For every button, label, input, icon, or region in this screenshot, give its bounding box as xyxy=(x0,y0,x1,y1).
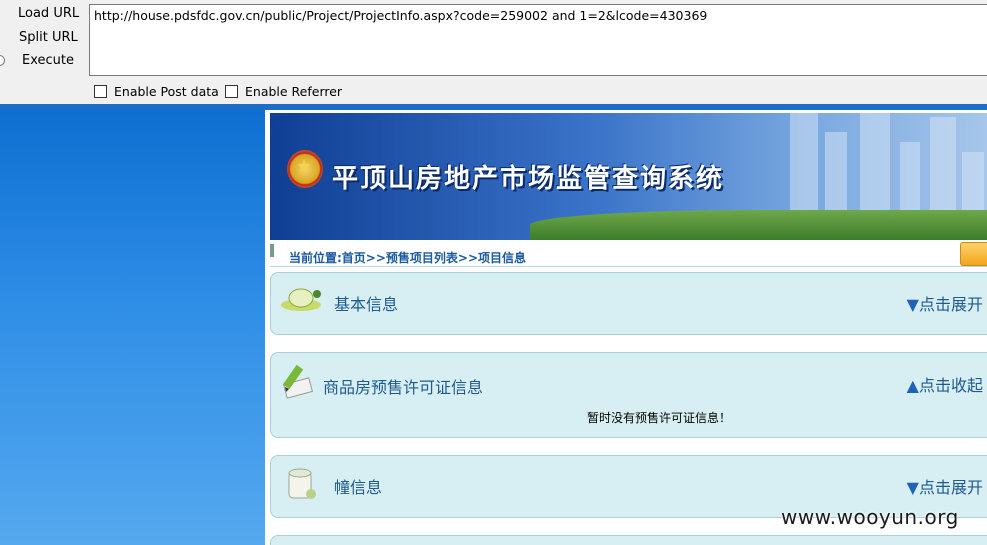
watermark: www.wooyun.org xyxy=(781,505,959,529)
url-textarea[interactable]: http://house.pdsfdc.gov.cn/public/Projec… xyxy=(89,4,987,76)
section-title: 基本信息 xyxy=(334,295,399,314)
execute-button[interactable]: Execute xyxy=(22,53,74,68)
toggle-label: 点击展开 xyxy=(918,478,983,497)
execute-radio-icon[interactable] xyxy=(0,55,5,66)
national-emblem-icon: ★ xyxy=(287,150,323,188)
disc-icon xyxy=(281,288,321,311)
corner-button[interactable] xyxy=(960,242,987,266)
enable-post-option[interactable]: Enable Post data xyxy=(94,84,219,99)
breadcrumb-bar: 当前位置:首页>>预售项目列表>>项目信息 xyxy=(270,242,987,267)
breadcrumb[interactable]: 当前位置:首页>>预售项目列表>>项目信息 xyxy=(289,249,526,266)
expand-toggle[interactable]: ▼点击展开 xyxy=(907,474,983,498)
section-next xyxy=(270,535,987,545)
banner-title: 平顶山房地产市场监管查询系统 xyxy=(332,164,725,194)
section-title: 幢信息 xyxy=(334,478,383,497)
toggle-label: 点击收起 xyxy=(918,376,983,395)
section-title: 商品房预售许可证信息 xyxy=(323,378,484,397)
enable-referrer-option[interactable]: Enable Referrer xyxy=(225,84,342,99)
edit-pencil-icon xyxy=(282,364,313,399)
building-shape xyxy=(860,113,890,212)
arrow-down-icon: ▼ xyxy=(906,295,919,314)
hackbar-panel: Load URL Split URL Execute http://house.… xyxy=(0,0,987,104)
page-background-left xyxy=(0,110,265,545)
enable-referrer-checkbox[interactable] xyxy=(225,85,238,98)
enable-referrer-label: Enable Referrer xyxy=(245,84,343,99)
building-shape xyxy=(930,117,956,212)
breadcrumb-marker xyxy=(270,244,274,257)
building-shape xyxy=(900,142,920,212)
empty-message: 暂时没有预售许可证信息！ xyxy=(587,411,732,425)
scroll-icon xyxy=(288,468,316,499)
enable-post-checkbox[interactable] xyxy=(94,85,107,98)
site-banner: ★ 平顶山房地产市场监管查询系统 xyxy=(270,113,987,240)
banner-grass xyxy=(530,210,987,240)
arrow-up-icon: ▲ xyxy=(906,376,919,395)
expand-toggle[interactable]: ▼点击展开 xyxy=(907,291,983,315)
web-page: ★ 平顶山房地产市场监管查询系统 当前位置:首页>>预售项目列表>>项目信息 基… xyxy=(265,110,987,545)
toggle-label: 点击展开 xyxy=(918,295,983,314)
split-url-button[interactable]: Split URL xyxy=(19,30,78,45)
collapse-toggle[interactable]: ▲点击收起 xyxy=(907,372,983,396)
building-shape xyxy=(825,132,847,212)
building-shape xyxy=(790,113,818,212)
enable-post-label: Enable Post data xyxy=(114,84,219,99)
building-shape xyxy=(962,152,984,212)
load-url-button[interactable]: Load URL xyxy=(18,6,79,21)
section-basic-info: 基本信息 ▼点击展开 xyxy=(270,272,987,335)
arrow-down-icon: ▼ xyxy=(906,478,919,497)
section-presale-license: 商品房预售许可证信息 ▲点击收起 暂时没有预售许可证信息！ xyxy=(270,352,987,438)
